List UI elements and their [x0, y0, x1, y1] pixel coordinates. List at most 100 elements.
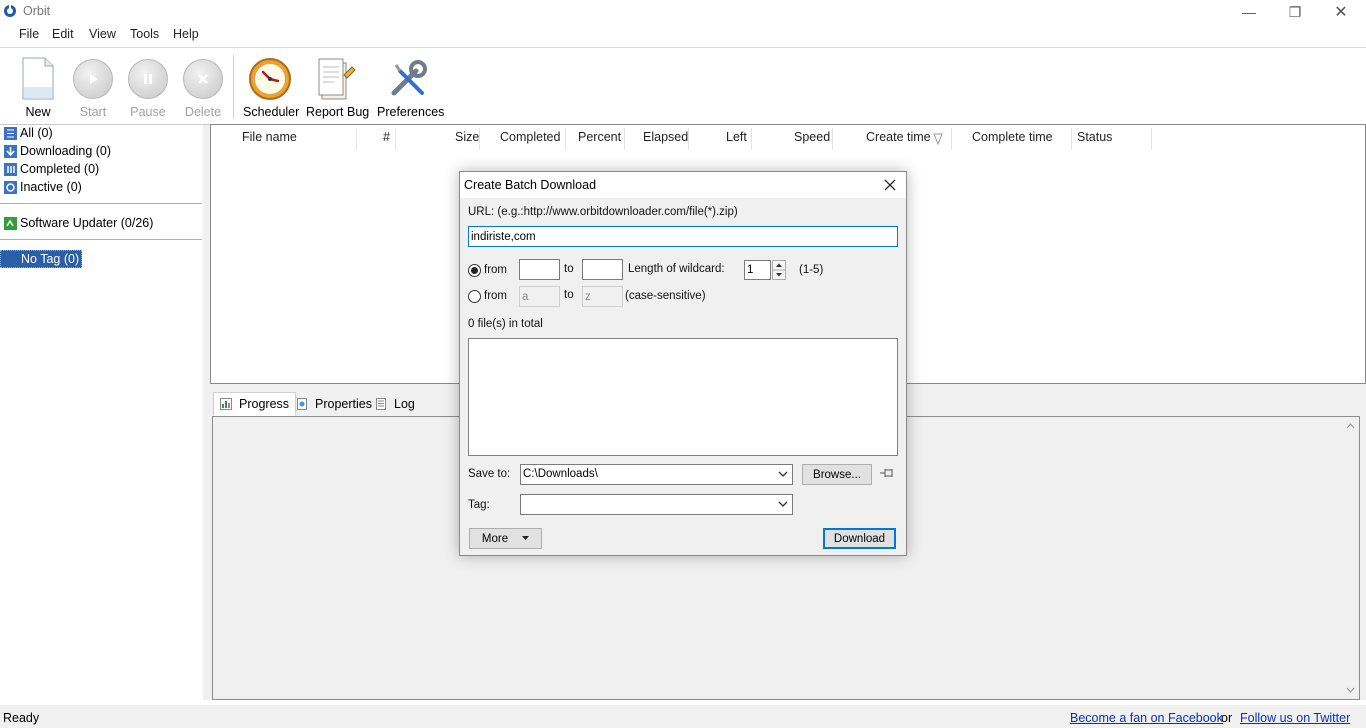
- pause-button[interactable]: Pause: [125, 56, 171, 119]
- save-to-combobox[interactable]: C:\Downloads\: [520, 464, 793, 485]
- delete-button[interactable]: Delete: [180, 56, 226, 119]
- column-divider[interactable]: [624, 128, 625, 150]
- wildcard-spinner[interactable]: [772, 260, 786, 280]
- to-number-input[interactable]: [582, 259, 623, 280]
- close-window-button[interactable]: ✕: [1318, 0, 1364, 24]
- column-header-speed[interactable]: Speed: [794, 130, 830, 144]
- browse-button[interactable]: Browse...: [802, 464, 872, 485]
- column-header-left[interactable]: Left: [726, 130, 747, 144]
- tab-label: Properties: [315, 397, 372, 411]
- tab-properties[interactable]: Properties: [289, 393, 379, 415]
- tab-log[interactable]: Log: [368, 393, 422, 415]
- close-icon: ✕: [1334, 4, 1348, 21]
- sidebar-item-inactive[interactable]: Inactive (0): [4, 179, 82, 195]
- column-header-elapsed[interactable]: Elapsed: [643, 130, 688, 144]
- column-divider[interactable]: [688, 128, 689, 150]
- minimize-button[interactable]: —: [1226, 0, 1272, 24]
- alpha-range-radio[interactable]: [468, 290, 481, 303]
- column-header-percent[interactable]: Percent: [578, 130, 621, 144]
- url-label: URL: (e.g.:http://www.orbitdownloader.co…: [468, 206, 738, 218]
- url-input[interactable]: [468, 226, 898, 247]
- report-document-icon: [318, 58, 356, 100]
- from-number-input[interactable]: [519, 259, 560, 280]
- report-bug-label: Report Bug: [306, 105, 370, 119]
- column-divider[interactable]: [751, 128, 752, 150]
- menu-tools[interactable]: Tools: [130, 27, 159, 41]
- sort-descending-icon: [933, 133, 943, 145]
- column-header-completed[interactable]: Completed: [500, 130, 560, 144]
- numeric-range-radio[interactable]: [468, 264, 481, 277]
- create-batch-download-dialog: Create Batch Download URL: (e.g.:http://…: [459, 171, 907, 556]
- sidebar-divider: [0, 203, 202, 204]
- new-button[interactable]: New: [15, 56, 61, 119]
- more-button[interactable]: More: [469, 528, 542, 549]
- save-to-label: Save to:: [468, 468, 511, 480]
- report-bug-button[interactable]: Report Bug: [306, 56, 370, 119]
- sidebar-item-downloading[interactable]: Downloading (0): [4, 143, 111, 159]
- tag-label: Tag:: [468, 499, 490, 511]
- column-divider[interactable]: [1151, 128, 1152, 150]
- sidebar-item-all[interactable]: All (0): [4, 125, 53, 141]
- pin-icon[interactable]: [879, 466, 895, 480]
- list-icon: [4, 126, 17, 140]
- column-header-complete-time[interactable]: Complete time: [972, 130, 1053, 144]
- log-icon: [376, 398, 386, 410]
- column-header-number[interactable]: #: [383, 130, 390, 144]
- splitter[interactable]: [203, 125, 210, 700]
- to-label: to: [564, 289, 574, 301]
- column-header-create-time[interactable]: Create time: [866, 130, 931, 144]
- column-divider[interactable]: [395, 128, 396, 150]
- column-divider[interactable]: [565, 128, 566, 150]
- wildcard-length-input[interactable]: [744, 260, 771, 280]
- wildcard-length-label: Length of wildcard:: [628, 263, 725, 275]
- twitter-link[interactable]: Follow us on Twitter: [1240, 711, 1350, 725]
- maximize-icon: ❐: [1288, 3, 1302, 20]
- column-divider[interactable]: [951, 128, 952, 150]
- dialog-close-button[interactable]: [880, 175, 900, 195]
- column-divider[interactable]: [479, 128, 480, 150]
- to-letter-input[interactable]: [582, 286, 623, 307]
- scroll-down-icon[interactable]: [1346, 687, 1355, 693]
- tag-combobox[interactable]: [520, 494, 793, 515]
- tab-progress[interactable]: Progress: [213, 392, 297, 416]
- menu-file[interactable]: File: [19, 27, 39, 41]
- divider: [0, 47, 1366, 48]
- pause-label: Pause: [130, 105, 166, 119]
- browse-label: Browse...: [813, 468, 861, 481]
- scheduler-button[interactable]: Scheduler: [243, 56, 299, 119]
- facebook-link[interactable]: Become a fan on Facebook: [1070, 711, 1223, 725]
- status-bar: Ready Become a fan on Facebook or Follow…: [0, 705, 1366, 728]
- start-button[interactable]: Start: [70, 56, 116, 119]
- from-letter-input[interactable]: [519, 286, 560, 307]
- pause-icon: [128, 59, 168, 99]
- column-header-status[interactable]: Status: [1077, 130, 1112, 144]
- sidebar-item-software-updater[interactable]: Software Updater (0/26): [4, 215, 153, 231]
- menu-help[interactable]: Help: [173, 27, 199, 41]
- play-icon: [73, 59, 113, 99]
- scroll-up-icon[interactable]: [1346, 423, 1355, 429]
- maximize-button[interactable]: ❐: [1272, 0, 1318, 24]
- menu-edit[interactable]: Edit: [52, 27, 74, 41]
- category-sidebar: All (0) Downloading (0) Completed (0) In…: [0, 125, 203, 700]
- start-label: Start: [79, 105, 107, 119]
- properties-icon: [297, 398, 307, 410]
- column-header-file-name[interactable]: File name: [242, 130, 297, 144]
- menu-view[interactable]: View: [89, 27, 116, 41]
- tab-label: Progress: [239, 397, 290, 411]
- column-divider[interactable]: [832, 128, 833, 150]
- chevron-down-icon: [778, 501, 788, 507]
- more-label: More: [481, 532, 509, 545]
- column-header-size[interactable]: Size: [455, 130, 479, 144]
- preferences-button[interactable]: Preferences: [377, 56, 444, 119]
- orbit-logo-icon: [4, 4, 16, 17]
- sidebar-item-no-tag[interactable]: No Tag (0): [0, 250, 83, 268]
- new-label: New: [25, 105, 51, 119]
- vertical-scrollbar[interactable]: [1342, 417, 1359, 699]
- column-divider[interactable]: [1071, 128, 1072, 150]
- generated-urls-list[interactable]: [468, 338, 898, 456]
- updater-icon: [4, 216, 17, 230]
- column-divider[interactable]: [356, 128, 357, 150]
- download-button[interactable]: Download: [823, 528, 896, 549]
- sidebar-item-completed[interactable]: Completed (0): [4, 161, 99, 177]
- dropdown-arrow-icon: [522, 536, 530, 540]
